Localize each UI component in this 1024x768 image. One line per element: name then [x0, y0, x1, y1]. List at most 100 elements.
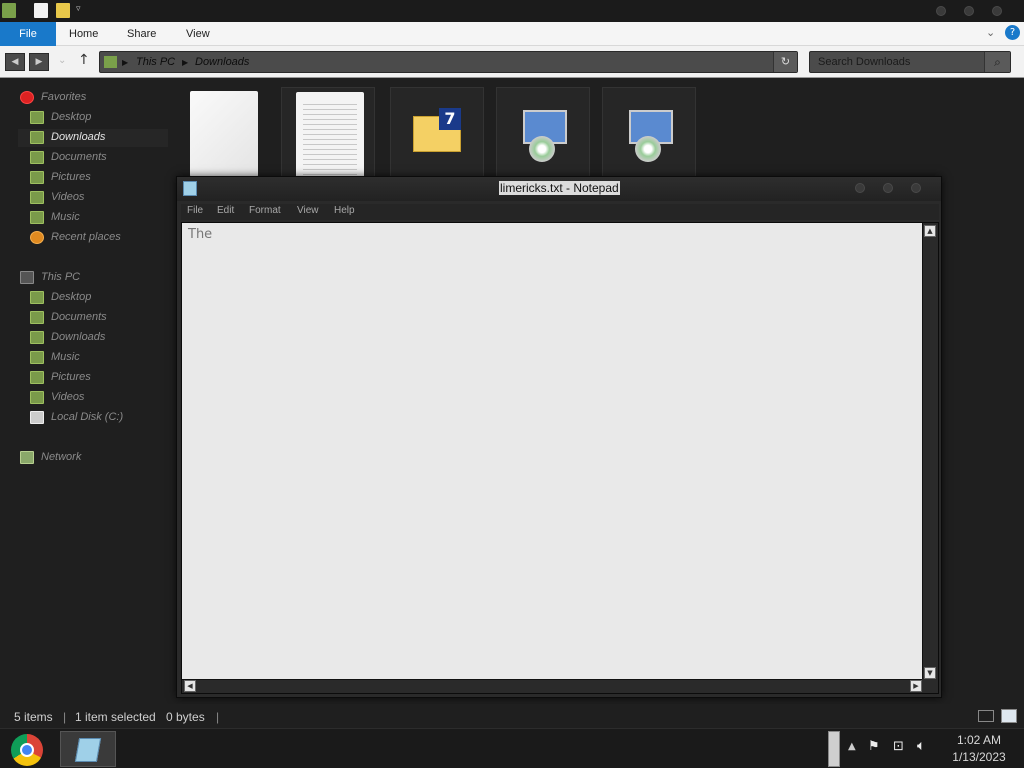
blank-document-icon	[190, 91, 258, 177]
status-selection: 1 item selected	[75, 710, 156, 724]
scroll-down-arrow-icon[interactable]: ▼	[924, 667, 936, 679]
tab-file[interactable]: File	[0, 22, 56, 46]
breadcrumb-separator-icon: ▶	[182, 58, 189, 67]
nav-favorites-music[interactable]: Music	[18, 209, 168, 227]
computer-icon	[20, 271, 34, 284]
action-center-flag-icon[interactable]: ⚑	[868, 739, 880, 754]
notepad-minimize-button[interactable]	[855, 183, 865, 193]
help-icon[interactable]: ?	[1005, 25, 1020, 40]
documents-folder-icon	[30, 311, 44, 324]
scroll-right-arrow-icon[interactable]: ▶	[910, 680, 922, 692]
forward-button[interactable]: ▶	[29, 53, 49, 71]
nav-favorites-videos[interactable]: Videos	[18, 189, 168, 207]
horizontal-scrollbar[interactable]: ◀ ▶	[182, 679, 924, 693]
maximize-button[interactable]	[964, 6, 974, 16]
nav-network[interactable]: Network	[18, 449, 168, 467]
nav-label: Favorites	[41, 91, 87, 103]
network-status-icon[interactable]: ⊡	[893, 739, 904, 754]
recent-places-icon	[30, 231, 44, 244]
nav-pc-documents[interactable]: Documents	[18, 309, 168, 327]
nav-pc-videos[interactable]: Videos	[18, 389, 168, 407]
music-folder-icon	[30, 351, 44, 364]
file-tile[interactable]	[281, 87, 375, 178]
search-input[interactable]: Search Downloads ⌕	[809, 51, 1011, 73]
network-icon	[20, 451, 34, 464]
nav-pc-local-disk[interactable]: Local Disk (C:)	[18, 409, 168, 427]
new-folder-icon[interactable]	[56, 3, 70, 18]
file-tile[interactable]	[602, 87, 696, 177]
nav-label: Downloads	[51, 131, 106, 143]
notepad-taskbar-button[interactable]	[60, 731, 116, 767]
volume-icon[interactable]: 🔈︎	[917, 738, 925, 754]
show-hidden-icons-icon[interactable]: ▲	[848, 741, 856, 752]
chrome-taskbar-button[interactable]	[4, 731, 56, 767]
notepad-text-area[interactable]: The ▲ ▼ ◀ ▶	[181, 222, 939, 694]
nav-favorites-downloads[interactable]: Downloads	[18, 129, 168, 147]
notepad-maximize-button[interactable]	[883, 183, 893, 193]
minimize-button[interactable]	[936, 6, 946, 16]
notepad-close-button[interactable]	[911, 183, 921, 193]
breadcrumb-separator-icon: ▶	[122, 58, 129, 67]
breadcrumb-downloads[interactable]: Downloads	[195, 56, 249, 68]
documents-folder-icon	[30, 151, 44, 164]
up-arrow-icon[interactable]: ↑	[78, 52, 90, 68]
breadcrumb-this-pc[interactable]: This PC	[136, 56, 175, 68]
tab-share[interactable]: Share	[127, 22, 156, 46]
file-tile[interactable]	[496, 87, 590, 177]
music-folder-icon	[30, 211, 44, 224]
nav-label: Local Disk (C:)	[51, 411, 124, 423]
clock-time[interactable]: 1:02 AM	[942, 733, 1016, 747]
nav-pc-pictures[interactable]: Pictures	[18, 369, 168, 387]
vertical-scrollbar[interactable]: ▲ ▼	[922, 223, 938, 681]
scroll-up-arrow-icon[interactable]: ▲	[924, 225, 936, 237]
refresh-icon[interactable]: ↻	[773, 52, 797, 72]
pictures-folder-icon	[30, 171, 44, 184]
search-icon[interactable]: ⌕	[984, 52, 1010, 72]
large-icons-view-icon[interactable]	[1001, 709, 1017, 723]
nav-label: Downloads	[51, 331, 106, 343]
clock-date[interactable]: 1/13/2023	[942, 750, 1016, 764]
menu-edit[interactable]: Edit	[217, 205, 234, 216]
scroll-left-arrow-icon[interactable]: ◀	[184, 680, 196, 692]
menu-view[interactable]: View	[297, 205, 319, 216]
customize-quick-access-icon[interactable]: ▿	[76, 4, 81, 14]
nav-pc-desktop[interactable]: Desktop	[18, 289, 168, 307]
nav-favorites-desktop[interactable]: Desktop	[18, 109, 168, 127]
nav-favorites-pictures[interactable]: Pictures	[18, 169, 168, 187]
downloads-folder-icon	[30, 331, 44, 344]
taskbar-handle[interactable]	[828, 731, 840, 767]
nav-favorites-documents[interactable]: Documents	[18, 149, 168, 167]
resize-grip-icon[interactable]	[922, 679, 938, 693]
seven-icon: 7	[439, 108, 461, 130]
taskbar: ▲ ⚑ ⊡ 🔈︎ 1:02 AM 1/13/2023	[0, 728, 1024, 768]
menu-file[interactable]: File	[187, 205, 203, 216]
nav-favorites[interactable]: Favorites	[18, 89, 168, 107]
nav-this-pc[interactable]: This PC	[18, 269, 168, 287]
disk-drive-icon	[30, 411, 44, 424]
details-view-icon[interactable]	[978, 710, 994, 722]
properties-icon[interactable]	[34, 3, 48, 18]
nav-label: Pictures	[51, 171, 91, 183]
tab-home[interactable]: Home	[69, 22, 98, 46]
nav-favorites-recent-places[interactable]: Recent places	[18, 229, 168, 247]
notepad-menu-bar: File Edit Format View Help	[181, 204, 939, 220]
pictures-folder-icon	[30, 371, 44, 384]
back-button[interactable]: ◀	[5, 53, 25, 71]
folder-app-icon	[2, 3, 16, 18]
ribbon-expand-icon[interactable]: ⌄	[986, 26, 995, 39]
file-tile[interactable]: 7	[390, 87, 484, 177]
address-bar[interactable]: ▶ This PC ▶ Downloads ↻	[99, 51, 798, 73]
tab-view[interactable]: View	[186, 22, 210, 46]
nav-pc-downloads[interactable]: Downloads	[18, 329, 168, 347]
notepad-app-icon	[183, 181, 197, 196]
nav-label: Documents	[51, 311, 107, 323]
menu-help[interactable]: Help	[334, 205, 355, 216]
file-tile[interactable]	[178, 87, 272, 177]
close-button[interactable]	[992, 6, 1002, 16]
nav-pc-music[interactable]: Music	[18, 349, 168, 367]
navigation-pane: Favorites Desktop Downloads Documents Pi…	[0, 79, 172, 699]
recent-locations-icon[interactable]: ⌄	[58, 55, 66, 66]
notepad-title-bar[interactable]: limericks.txt - Notepad	[177, 177, 941, 201]
status-separator: |	[216, 710, 220, 724]
menu-format[interactable]: Format	[249, 205, 281, 216]
